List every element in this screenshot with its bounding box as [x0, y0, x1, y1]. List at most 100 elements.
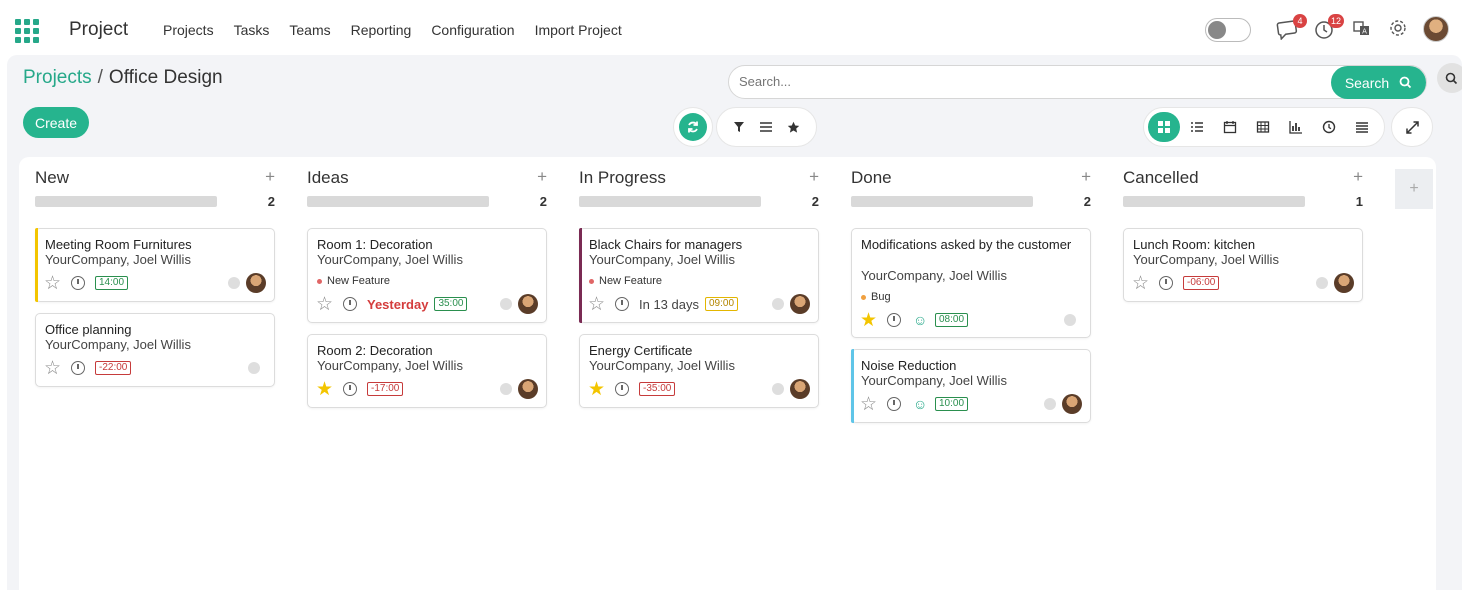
priority-star-icon[interactable]: ☆: [44, 274, 64, 293]
assignee-avatar: [246, 273, 266, 293]
card-subtitle: YourCompany, Joel Willis: [1133, 252, 1279, 267]
gantt-view-icon[interactable]: [1346, 112, 1378, 142]
calendar-view-icon[interactable]: [1214, 112, 1246, 142]
task-card[interactable]: Room 1: Decoration YourCompany, Joel Wil…: [307, 228, 547, 323]
card-subtitle: YourCompany, Joel Willis: [589, 252, 735, 267]
create-button[interactable]: Create: [23, 107, 89, 138]
priority-star-icon[interactable]: ☆: [1132, 274, 1152, 293]
kanban-state-dot[interactable]: [228, 277, 240, 289]
zoom-icon[interactable]: [1437, 63, 1462, 93]
priority-star-icon[interactable]: ☆: [860, 395, 880, 414]
menu-import-project[interactable]: Import Project: [535, 22, 622, 38]
planned-hours-badge: -22:00: [95, 361, 132, 375]
column-progress-bar[interactable]: [35, 196, 217, 207]
activity-clock-icon[interactable]: [71, 361, 85, 375]
kanban-state-dot[interactable]: [1316, 277, 1328, 289]
user-avatar[interactable]: [1423, 16, 1449, 42]
activity-clock-icon[interactable]: [615, 382, 629, 396]
menu-configuration[interactable]: Configuration: [431, 22, 514, 38]
task-card[interactable]: Noise Reduction YourCompany, Joel Willis…: [851, 349, 1091, 423]
kanban-state-dot[interactable]: [772, 383, 784, 395]
menu-reporting[interactable]: Reporting: [351, 22, 412, 38]
column-progress-bar[interactable]: [307, 196, 489, 207]
column-progress-bar[interactable]: [1123, 196, 1305, 207]
kanban-state-dot[interactable]: [772, 298, 784, 310]
add-column-button[interactable]: +: [1395, 169, 1433, 209]
task-card[interactable]: Office planning YourCompany, Joel Willis…: [35, 313, 275, 387]
activities-icon[interactable]: 12: [1313, 14, 1344, 42]
column-title[interactable]: Cancelled: [1123, 168, 1199, 188]
activity-clock-icon[interactable]: [343, 382, 357, 396]
column-progress-bar[interactable]: [851, 196, 1033, 207]
card-tag: New Feature: [589, 275, 662, 287]
activity-clock-icon[interactable]: [343, 297, 357, 311]
menu-teams[interactable]: Teams: [289, 22, 330, 38]
language-icon[interactable]: A: [1352, 18, 1376, 42]
column-title[interactable]: Ideas: [307, 168, 349, 188]
kanban-state-dot[interactable]: [248, 362, 260, 374]
column-add-plus-icon[interactable]: +: [265, 167, 275, 187]
graph-view-icon[interactable]: [1280, 112, 1312, 142]
menu-tasks[interactable]: Tasks: [234, 22, 270, 38]
activity-clock-icon[interactable]: [1159, 276, 1173, 290]
group-by-icon[interactable]: [759, 121, 772, 133]
refresh-button[interactable]: [673, 107, 713, 147]
column-progress-bar[interactable]: [579, 196, 761, 207]
pivot-view-icon[interactable]: [1247, 112, 1279, 142]
search-button[interactable]: Search: [1331, 66, 1426, 99]
kanban-state-dot[interactable]: [500, 383, 512, 395]
card-title: Room 1: Decoration: [317, 237, 433, 252]
apps-grid-icon[interactable]: [15, 19, 39, 43]
task-card[interactable]: Lunch Room: kitchen YourCompany, Joel Wi…: [1123, 228, 1363, 302]
column-add-plus-icon[interactable]: +: [1081, 167, 1091, 187]
task-card[interactable]: Meeting Room Furnitures YourCompany, Joe…: [35, 228, 275, 302]
kanban-state-dot[interactable]: [1064, 314, 1076, 326]
menu-projects[interactable]: Projects: [163, 22, 214, 38]
card-subtitle: YourCompany, Joel Willis: [317, 358, 463, 373]
theme-toggle[interactable]: [1205, 18, 1251, 42]
priority-star-icon[interactable]: ★: [588, 380, 608, 399]
activity-view-icon[interactable]: [1313, 112, 1345, 142]
column-title[interactable]: Done: [851, 168, 892, 188]
task-card[interactable]: Black Chairs for managers YourCompany, J…: [579, 228, 819, 323]
app-brand[interactable]: Project: [69, 19, 128, 41]
assignee-avatar: [518, 294, 538, 314]
messages-icon[interactable]: 4: [1276, 14, 1307, 42]
priority-star-icon[interactable]: ☆: [588, 295, 608, 314]
favorites-star-icon[interactable]: [787, 121, 800, 134]
kanban-state-dot[interactable]: [1044, 398, 1056, 410]
settings-gear-icon[interactable]: [1388, 18, 1412, 42]
task-card[interactable]: Room 2: Decoration YourCompany, Joel Wil…: [307, 334, 547, 408]
column-title[interactable]: In Progress: [579, 168, 666, 188]
priority-star-icon[interactable]: ☆: [316, 295, 336, 314]
search-input[interactable]: [739, 74, 1319, 89]
priority-star-icon[interactable]: ☆: [44, 359, 64, 378]
task-card[interactable]: Energy Certificate YourCompany, Joel Wil…: [579, 334, 819, 408]
kanban-view-icon[interactable]: [1148, 112, 1180, 142]
breadcrumb-projects-link[interactable]: Projects: [23, 67, 92, 88]
column-add-plus-icon[interactable]: +: [809, 167, 819, 187]
task-card[interactable]: Modifications asked by the customer Your…: [851, 228, 1091, 338]
priority-star-icon[interactable]: ★: [860, 311, 880, 330]
assignee-avatar: [518, 379, 538, 399]
planned-hours-badge: -35:00: [639, 382, 676, 396]
activity-clock-icon[interactable]: [887, 313, 901, 327]
planned-hours-badge: 08:00: [935, 313, 969, 327]
column-add-plus-icon[interactable]: +: [537, 167, 547, 187]
priority-star-icon[interactable]: ★: [316, 380, 336, 399]
expand-icon[interactable]: [1391, 107, 1433, 147]
planned-hours-badge: 09:00: [705, 297, 739, 311]
activity-clock-icon[interactable]: [615, 297, 629, 311]
column-title[interactable]: New: [35, 168, 69, 188]
list-view-icon[interactable]: [1181, 112, 1213, 142]
column-add-plus-icon[interactable]: +: [1353, 167, 1363, 187]
card-title: Room 2: Decoration: [317, 343, 433, 358]
activity-clock-icon[interactable]: [887, 397, 901, 411]
planned-hours-badge: 10:00: [935, 397, 969, 411]
breadcrumb-current: Office Design: [108, 67, 223, 88]
kanban-state-dot[interactable]: [500, 298, 512, 310]
filter-icon[interactable]: [733, 121, 745, 133]
assignee-avatar: [1334, 273, 1354, 293]
messages-badge: 4: [1293, 14, 1307, 28]
activity-clock-icon[interactable]: [71, 276, 85, 290]
